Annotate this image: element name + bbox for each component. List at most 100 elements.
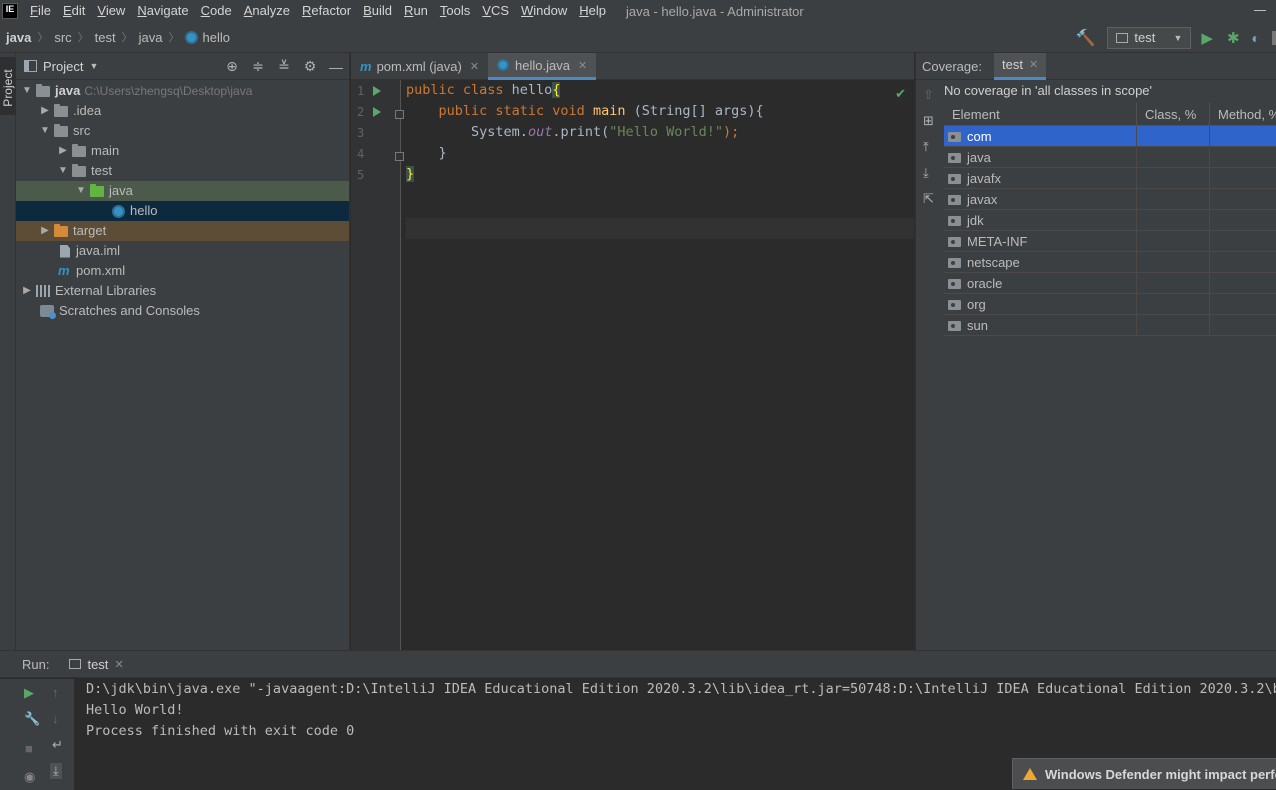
chevron-right-icon[interactable]: ▶	[56, 141, 70, 161]
package-icon	[948, 194, 961, 205]
menu-refactor[interactable]: Refactor	[296, 0, 357, 22]
table-row[interactable]: sun	[944, 315, 1276, 336]
table-row[interactable]: com	[944, 126, 1276, 147]
table-row[interactable]: META-INF	[944, 231, 1276, 252]
tree-item-idea[interactable]: ▶ .idea	[16, 101, 349, 121]
tab-hello-java[interactable]: hello.java ✕	[488, 53, 597, 80]
run-tab-test[interactable]: test ✕	[69, 657, 124, 672]
menu-analyze[interactable]: Analyze	[238, 0, 296, 22]
chevron-down-icon[interactable]: ▼	[89, 61, 98, 71]
tree-item-src[interactable]: ▼ src	[16, 121, 349, 141]
close-icon[interactable]: ✕	[470, 60, 479, 73]
run-gutter-icon[interactable]	[373, 107, 381, 117]
column-header-method-percent[interactable]: Method, %	[1210, 103, 1276, 126]
inspection-ok-icon[interactable]: ✔	[895, 86, 906, 102]
chevron-right-icon[interactable]: ▶	[20, 281, 34, 301]
soft-wrap-icon[interactable]: ↵	[52, 737, 63, 753]
windows-defender-notification[interactable]: Windows Defender might impact performanc…	[1012, 758, 1276, 789]
menu-edit[interactable]: Edit	[57, 0, 91, 22]
toolbar-overflow-icon[interactable]	[1272, 30, 1276, 45]
scroll-to-end-icon[interactable]: ⤓	[50, 763, 62, 779]
expand-all-icon[interactable]: ≑	[251, 58, 265, 75]
tree-item-test-java[interactable]: ▼ java	[16, 181, 349, 201]
project-tool-window-tab[interactable]: Project	[0, 57, 16, 115]
run-icon[interactable]: ▶	[1201, 29, 1213, 47]
navigate-with-single-click-icon[interactable]: ⤒	[923, 139, 929, 155]
menu-view[interactable]: View	[91, 0, 131, 22]
close-icon[interactable]: ✕	[1029, 58, 1038, 71]
navigation-bar: java 〉 src 〉 test 〉 java 〉 hello 🔨 test …	[0, 22, 1276, 53]
export-icon[interactable]: ⇱	[923, 191, 934, 207]
chevron-right-icon[interactable]: ▶	[38, 101, 52, 121]
line-number: 5	[357, 168, 365, 182]
gear-icon[interactable]: ⚙	[303, 58, 317, 75]
tree-item-scratches[interactable]: Scratches and Consoles	[16, 301, 349, 321]
breadcrumb-hello[interactable]: hello	[202, 30, 229, 45]
chevron-right-icon[interactable]: ▶	[38, 221, 52, 241]
table-row[interactable]: netscape	[944, 252, 1276, 273]
arrow-down-icon[interactable]: ↓	[52, 711, 59, 726]
go-up-icon[interactable]: ⇧	[923, 87, 934, 103]
menu-build[interactable]: Build	[357, 0, 398, 22]
stop-icon[interactable]: ■	[25, 741, 33, 756]
project-view-selector[interactable]: Project	[43, 59, 83, 74]
tree-item-hello[interactable]: hello	[16, 201, 349, 221]
chevron-down-icon[interactable]: ▼	[74, 181, 88, 201]
generate-report-icon[interactable]: ⤓	[923, 165, 929, 181]
breadcrumb-project[interactable]: java	[6, 30, 31, 45]
breadcrumb-src[interactable]: src	[54, 30, 71, 45]
table-row[interactable]: javax	[944, 189, 1276, 210]
table-row[interactable]: org	[944, 294, 1276, 315]
debug-bug-icon[interactable]: ✱	[1227, 29, 1240, 47]
minimize-icon[interactable]	[1254, 10, 1266, 11]
menu-window[interactable]: Window	[515, 0, 573, 22]
menu-vcs[interactable]: VCS	[476, 0, 515, 22]
menu-navigate[interactable]: Navigate	[131, 0, 194, 22]
locate-target-icon[interactable]: ⊕	[225, 58, 239, 75]
table-row[interactable]: oracle	[944, 273, 1276, 294]
hide-panel-icon[interactable]: —	[329, 59, 343, 75]
tree-item-java-iml[interactable]: java.iml	[16, 241, 349, 261]
intellij-app-icon[interactable]: IE	[2, 3, 18, 19]
run-gutter-icon[interactable]	[373, 86, 381, 96]
menu-code[interactable]: Code	[195, 0, 238, 22]
run-with-coverage-icon[interactable]: ◐	[1252, 30, 1260, 46]
code-area[interactable]: public class hello{ public static void m…	[406, 80, 914, 650]
table-row[interactable]: java	[944, 147, 1276, 168]
build-hammer-icon[interactable]: 🔨	[1075, 28, 1095, 48]
wrench-icon[interactable]: 🔧	[24, 711, 40, 727]
breadcrumb-test[interactable]: test	[95, 30, 116, 45]
flatten-packages-icon[interactable]: ⊞	[923, 113, 934, 129]
tab-pom-xml[interactable]: m pom.xml (java) ✕	[351, 53, 488, 80]
close-icon[interactable]: ✕	[114, 658, 123, 671]
fold-marker-icon[interactable]	[395, 152, 404, 161]
camera-icon[interactable]: ◉	[24, 769, 35, 785]
chevron-down-icon[interactable]: ▼	[56, 161, 70, 181]
menu-run[interactable]: Run	[398, 0, 434, 22]
table-row[interactable]: javafx	[944, 168, 1276, 189]
fold-marker-icon[interactable]	[395, 110, 404, 119]
code-token: {	[552, 82, 561, 98]
tree-item-target[interactable]: ▶ target	[16, 221, 349, 241]
warning-icon	[1023, 768, 1037, 780]
column-header-class-percent[interactable]: Class, %	[1137, 103, 1210, 126]
coverage-tab-test[interactable]: test ✕	[993, 52, 1047, 80]
menu-help[interactable]: Help	[573, 0, 612, 22]
table-row[interactable]: jdk	[944, 210, 1276, 231]
tree-item-main[interactable]: ▶ main	[16, 141, 349, 161]
tree-item-project-root[interactable]: ▼ java C:\Users\zhengsq\Desktop\java	[16, 81, 349, 101]
tree-item-test[interactable]: ▼ test	[16, 161, 349, 181]
menu-file[interactable]: File	[24, 0, 57, 22]
arrow-up-icon[interactable]: ↑	[52, 685, 59, 700]
tree-item-external-libraries[interactable]: ▶ External Libraries	[16, 281, 349, 301]
chevron-down-icon[interactable]: ▼	[20, 81, 34, 101]
tree-item-pom-xml[interactable]: m pom.xml	[16, 261, 349, 281]
rerun-icon[interactable]: ▶	[24, 685, 34, 701]
breadcrumb-java[interactable]: java	[139, 30, 163, 45]
column-header-element[interactable]: Element	[944, 103, 1137, 126]
chevron-down-icon[interactable]: ▼	[38, 121, 52, 141]
menu-tools[interactable]: Tools	[434, 0, 476, 22]
close-icon[interactable]: ✕	[578, 59, 587, 72]
run-configuration-select[interactable]: test ▼	[1107, 26, 1192, 49]
collapse-all-icon[interactable]: ≚	[277, 58, 291, 75]
